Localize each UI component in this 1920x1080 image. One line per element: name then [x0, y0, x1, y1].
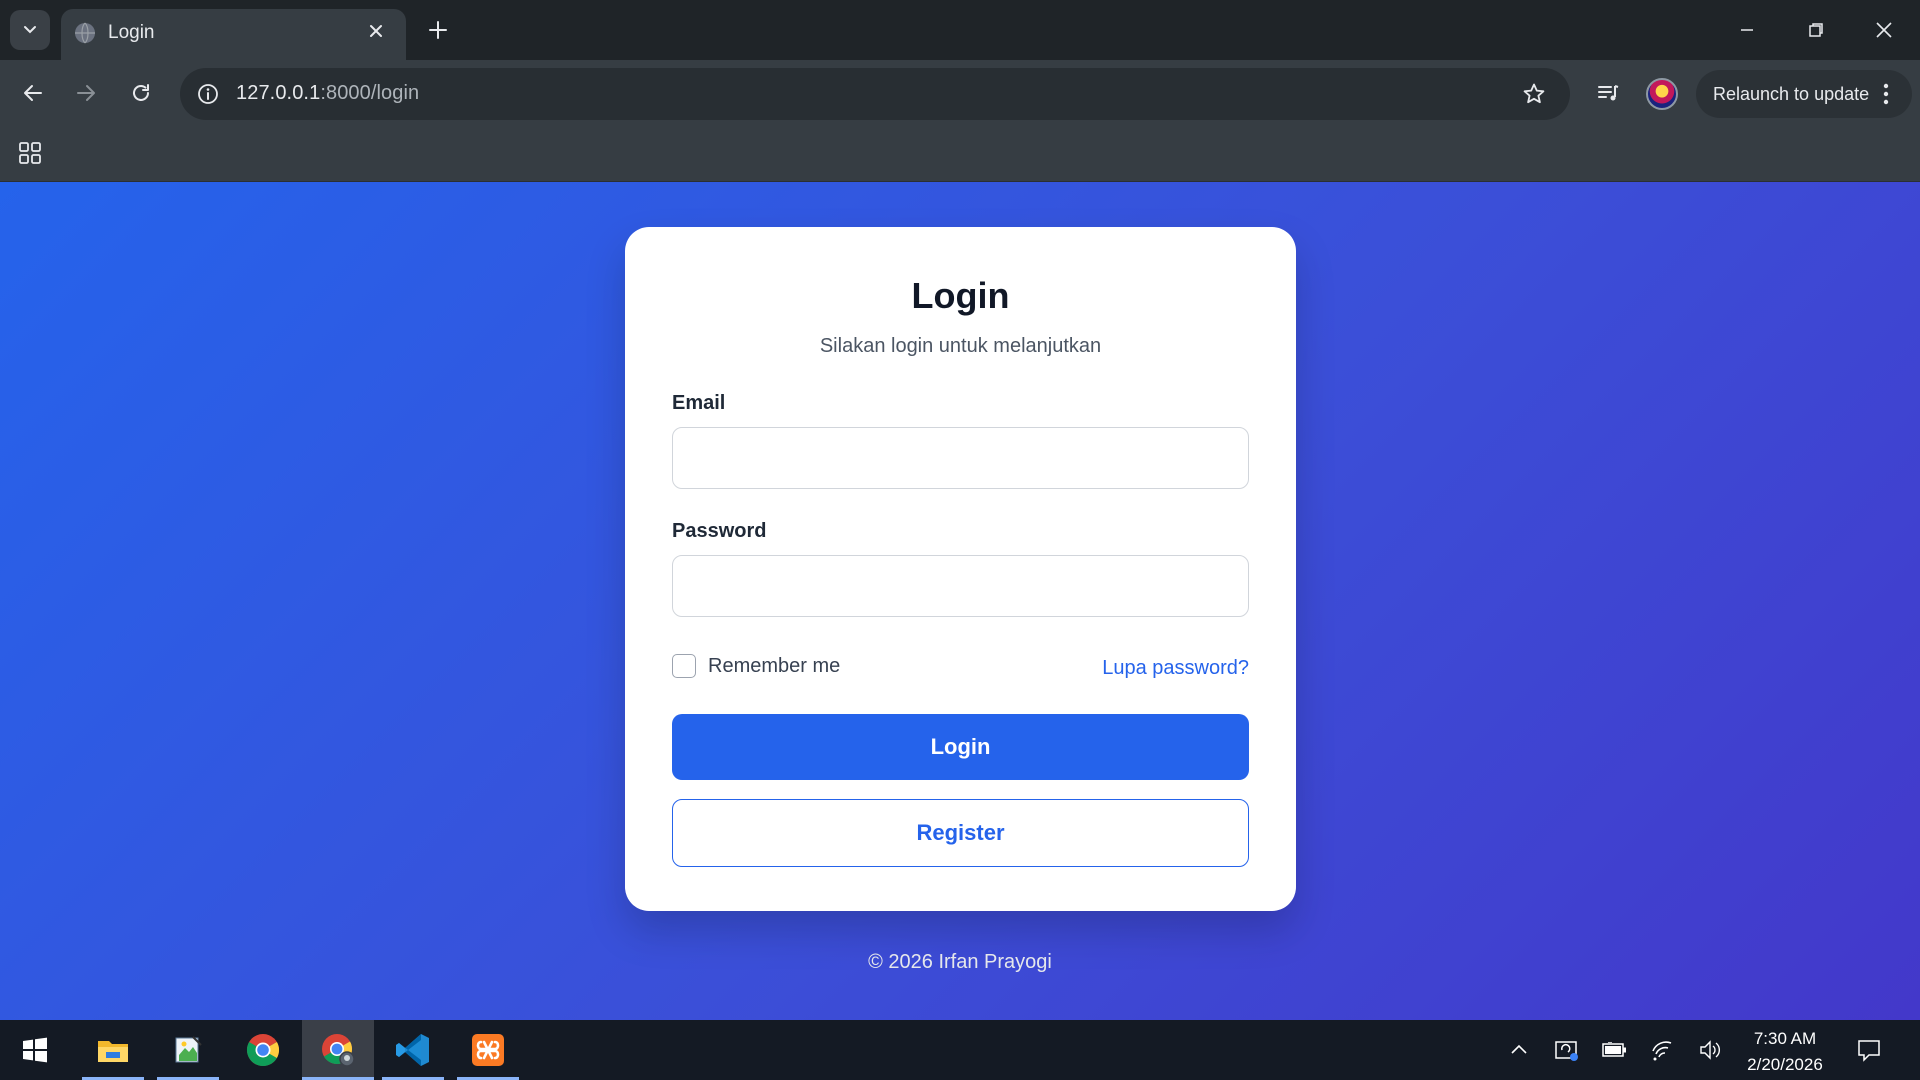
forward-icon[interactable] [70, 77, 102, 109]
volume-icon[interactable] [1695, 1034, 1727, 1066]
minimize-icon[interactable] [1731, 14, 1763, 46]
reload-icon[interactable] [125, 77, 157, 109]
chrome-profile-icon[interactable] [302, 1020, 374, 1080]
vscode-icon[interactable] [382, 1020, 444, 1080]
browser-tabstrip: Login [0, 0, 1920, 60]
browser-tab[interactable]: Login [61, 9, 406, 60]
close-window-icon[interactable] [1868, 14, 1900, 46]
restore-icon[interactable] [1800, 14, 1832, 46]
remember-label: Remember me [708, 654, 841, 677]
profile-avatar[interactable] [1646, 78, 1678, 110]
apps-grid-icon[interactable] [16, 139, 44, 167]
email-label: Email [672, 392, 726, 414]
password-label: Password [672, 520, 767, 542]
forgot-password-link[interactable]: Lupa password? [1102, 657, 1249, 680]
bookmarks-bar [0, 127, 1920, 182]
login-card: Login Silakan login untuk melanjutkan Em… [625, 227, 1296, 911]
clock-date: 2/20/2026 [1747, 1055, 1823, 1074]
meet-now-icon[interactable] [1551, 1034, 1583, 1066]
remember-checkbox[interactable] [672, 654, 696, 678]
login-page: Login Silakan login untuk melanjutkan Em… [0, 182, 1920, 1020]
login-button[interactable]: Login [672, 714, 1249, 780]
url-path: :8000/login [320, 82, 420, 104]
bookmark-star-icon[interactable] [1518, 78, 1550, 110]
page-title: Login [911, 275, 1010, 316]
media-control-icon[interactable] [1592, 77, 1624, 109]
new-tab-icon[interactable] [424, 16, 452, 44]
clock-time: 7:30 AM [1753, 1029, 1817, 1048]
back-icon[interactable] [17, 77, 49, 109]
tray-overflow-chevron-icon[interactable] [1503, 1034, 1535, 1066]
remember-me[interactable]: Remember me [672, 654, 840, 678]
page-subtitle: Silakan login untuk melanjutkan [819, 335, 1102, 357]
browser-toolbar: 127.0.0.1:8000/login Relaunch to update [0, 60, 1920, 127]
footer-copyright: © 2026 Irfan Prayogi [868, 951, 1052, 973]
chevron-down-icon [24, 26, 36, 34]
register-button[interactable]: Register [672, 799, 1249, 867]
site-info-icon[interactable] [192, 78, 224, 110]
windows-taskbar: 7:30 AM 2/20/2026 [0, 1020, 1920, 1080]
chrome-icon[interactable] [232, 1020, 294, 1080]
tab-title: Login [108, 22, 155, 43]
email-field[interactable] [672, 427, 1249, 489]
password-field[interactable] [672, 555, 1249, 617]
close-tab-icon[interactable] [364, 19, 388, 43]
notepad-icon[interactable] [157, 1020, 219, 1080]
file-explorer-icon[interactable] [82, 1020, 144, 1080]
xampp-icon[interactable] [457, 1020, 519, 1080]
battery-icon[interactable] [1599, 1034, 1631, 1066]
tab-search-button[interactable] [10, 10, 50, 50]
taskbar-clock[interactable]: 7:30 AM 2/20/2026 [1735, 1026, 1835, 1078]
relaunch-label: Relaunch to update [1713, 84, 1870, 104]
relaunch-button[interactable]: Relaunch to update [1696, 70, 1912, 118]
url-text: 127.0.0.1:8000/login [236, 82, 419, 105]
address-bar[interactable]: 127.0.0.1:8000/login [180, 68, 1570, 120]
wifi-icon[interactable] [1647, 1034, 1679, 1066]
globe-icon [75, 22, 95, 44]
notification-center-icon[interactable] [1853, 1034, 1885, 1066]
windows-start-icon[interactable] [4, 1020, 66, 1080]
url-host: 127.0.0.1 [236, 82, 321, 104]
more-menu-icon[interactable] [1870, 78, 1902, 110]
